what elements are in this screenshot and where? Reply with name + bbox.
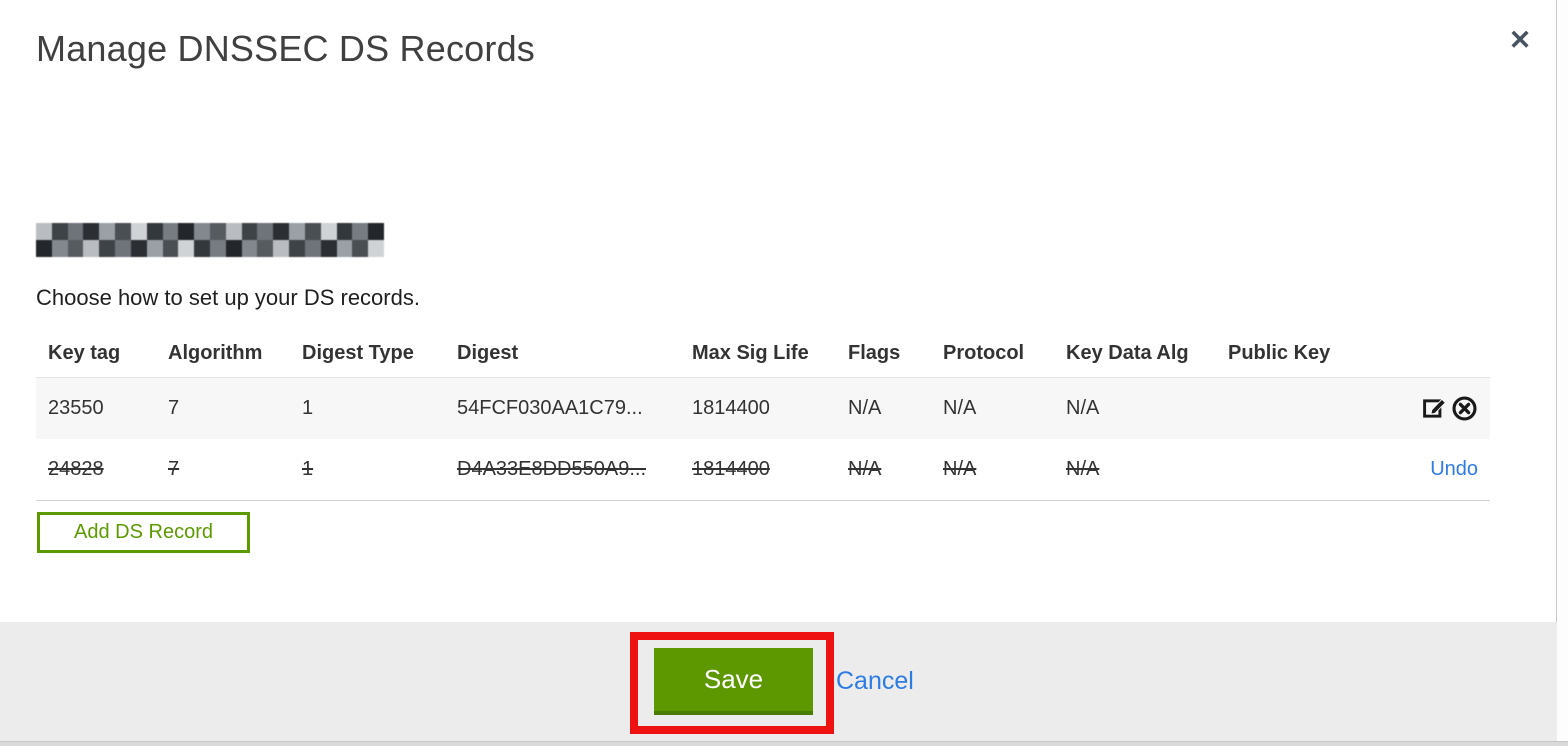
annotation-red-highlight-box: Save xyxy=(630,632,834,734)
col-header-public-key: Public Key xyxy=(1228,341,1331,364)
table-row: 23550 7 1 54FCF030AA1C79... 1814400 N/A … xyxy=(36,377,1490,439)
cell-digest: 54FCF030AA1C79... xyxy=(457,396,643,419)
row-actions: Undo xyxy=(1228,458,1490,481)
modal-footer: Save Cancel xyxy=(0,622,1557,741)
col-header-algorithm: Algorithm xyxy=(168,341,263,364)
row-actions xyxy=(1228,394,1490,422)
cell-protocol: N/A xyxy=(943,457,977,480)
col-header-digest-type: Digest Type xyxy=(302,341,414,364)
edit-icon[interactable] xyxy=(1420,394,1448,422)
instruction-text: Choose how to set up your DS records. xyxy=(36,285,420,310)
add-ds-record-button[interactable]: Add DS Record xyxy=(37,512,250,553)
cell-key-data-alg: N/A xyxy=(1066,457,1100,480)
cell-digest-type: 1 xyxy=(302,396,314,419)
cell-max-sig-life: 1814400 xyxy=(692,457,770,480)
col-header-protocol: Protocol xyxy=(943,341,1025,364)
cancel-link[interactable]: Cancel xyxy=(836,667,914,696)
col-header-max-sig-life: Max Sig Life xyxy=(692,341,809,364)
cell-key-tag: 24828 xyxy=(48,457,104,480)
table-header-row: Key tag Algorithm Digest Type Digest Max… xyxy=(36,330,1490,377)
manage-dnssec-modal: Manage DNSSEC DS Records ✕ Choose how to… xyxy=(0,0,1557,741)
cell-key-tag: 23550 xyxy=(48,396,104,419)
ds-records-table: Key tag Algorithm Digest Type Digest Max… xyxy=(36,330,1490,501)
table-row-deleted: 24828 7 1 D4A33E8DD550A9... 1814400 N/A … xyxy=(36,439,1490,500)
undo-link[interactable]: Undo xyxy=(1430,458,1478,481)
col-header-key-data-alg: Key Data Alg xyxy=(1066,341,1189,364)
cell-algorithm: 7 xyxy=(168,457,180,480)
cell-protocol: N/A xyxy=(943,396,977,419)
cell-key-data-alg: N/A xyxy=(1066,396,1100,419)
delete-icon[interactable] xyxy=(1450,394,1478,422)
cell-digest: D4A33E8DD550A9... xyxy=(457,457,647,480)
col-header-key-tag: Key tag xyxy=(48,341,121,364)
redacted-domain-name xyxy=(36,223,384,257)
page-title: Manage DNSSEC DS Records xyxy=(36,28,535,69)
cell-max-sig-life: 1814400 xyxy=(692,396,770,419)
cell-algorithm: 7 xyxy=(168,396,180,419)
cell-flags: N/A xyxy=(848,457,882,480)
col-header-digest: Digest xyxy=(457,341,519,364)
cell-digest-type: 1 xyxy=(302,457,314,480)
save-button[interactable]: Save xyxy=(654,648,813,715)
cell-flags: N/A xyxy=(848,396,882,419)
col-header-flags: Flags xyxy=(848,341,901,364)
close-icon[interactable]: ✕ xyxy=(1500,20,1540,60)
page-background-strip xyxy=(0,741,1568,746)
